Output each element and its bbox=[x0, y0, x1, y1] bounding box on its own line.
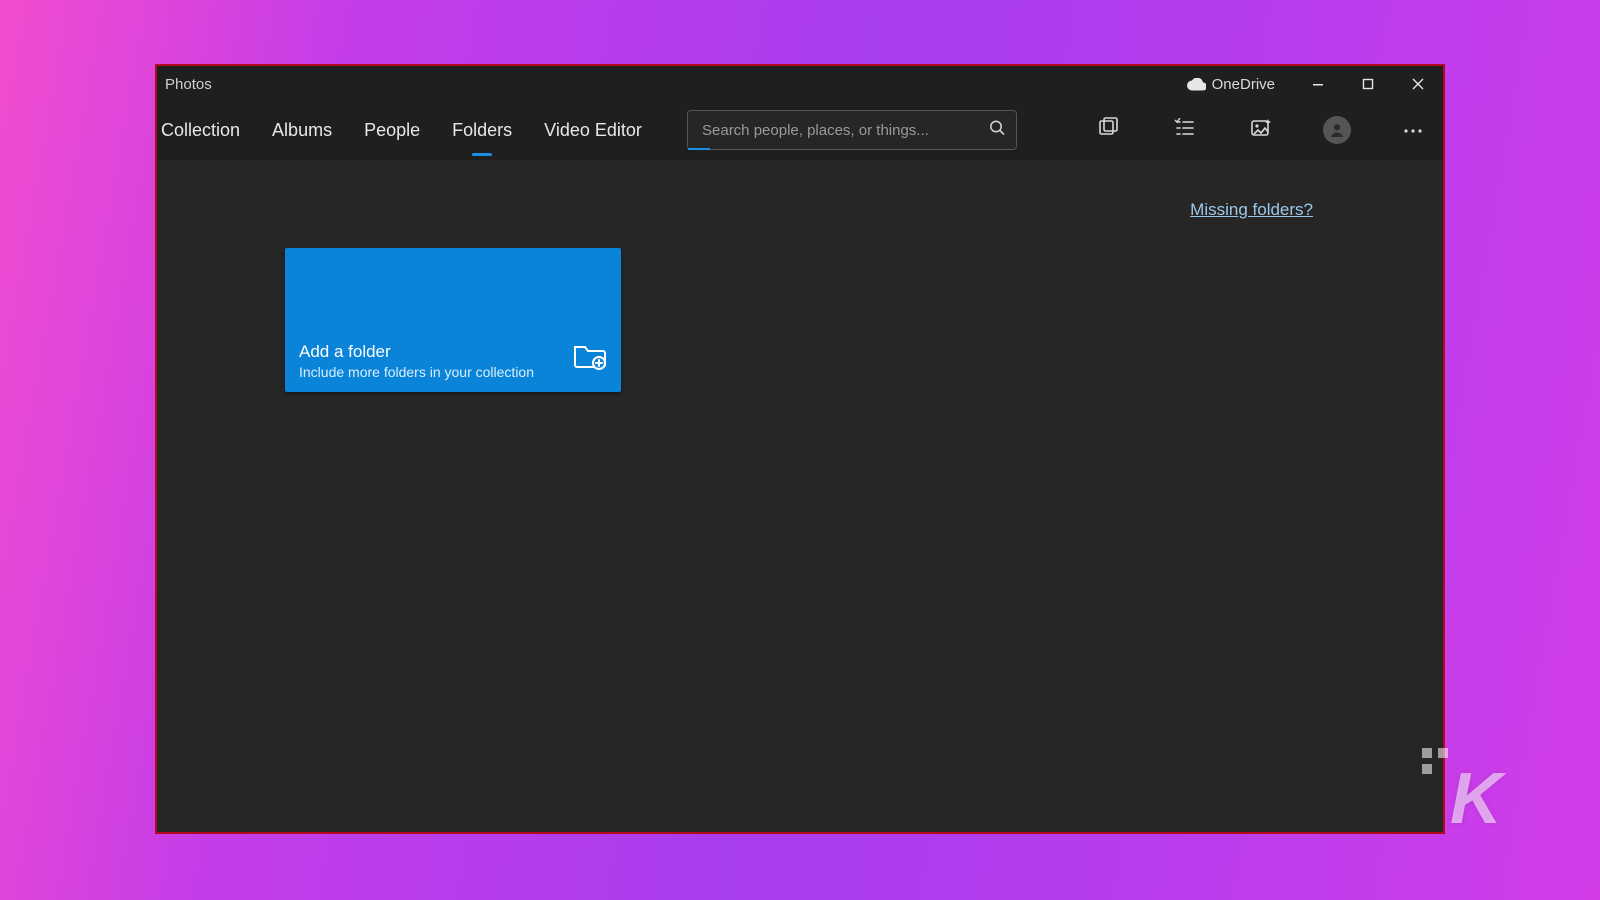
tab-collection[interactable]: Collection bbox=[157, 102, 256, 158]
title-bar-right: OneDrive bbox=[1168, 66, 1443, 102]
tab-label: People bbox=[364, 120, 420, 141]
watermark: K bbox=[1450, 758, 1500, 840]
command-bar: Collection Albums People Folders Video E… bbox=[157, 102, 1443, 158]
photos-app-window: Photos OneDrive bbox=[155, 64, 1445, 834]
add-folder-subtitle: Include more folders in your collection bbox=[299, 364, 607, 380]
tab-folders[interactable]: Folders bbox=[436, 102, 528, 158]
search-focus-accent bbox=[688, 148, 710, 150]
folder-add-icon bbox=[573, 341, 607, 376]
onedrive-button[interactable]: OneDrive bbox=[1168, 66, 1293, 102]
more-options-button[interactable] bbox=[1393, 110, 1433, 150]
tab-label: Folders bbox=[452, 120, 512, 141]
minimize-button[interactable] bbox=[1293, 66, 1343, 102]
add-folder-title: Add a folder bbox=[299, 342, 607, 362]
active-tab-indicator bbox=[472, 153, 492, 156]
select-button[interactable] bbox=[1165, 110, 1205, 150]
search-box[interactable] bbox=[687, 110, 1017, 150]
tab-label: Video Editor bbox=[544, 120, 642, 141]
onedrive-label: OneDrive bbox=[1212, 76, 1275, 93]
command-bar-actions bbox=[1089, 102, 1439, 158]
more-icon bbox=[1403, 121, 1423, 139]
close-button[interactable] bbox=[1393, 66, 1443, 102]
search-input[interactable] bbox=[700, 121, 974, 140]
maximize-button[interactable] bbox=[1343, 66, 1393, 102]
tab-label: Collection bbox=[161, 120, 240, 141]
tab-albums[interactable]: Albums bbox=[256, 102, 348, 158]
edit-create-button[interactable] bbox=[1241, 110, 1281, 150]
tab-people[interactable]: People bbox=[348, 102, 436, 158]
search-icon[interactable] bbox=[988, 119, 1006, 142]
nav-tabs: Collection Albums People Folders Video E… bbox=[157, 102, 658, 158]
app-title: Photos bbox=[163, 76, 212, 93]
picture-sparkle-icon bbox=[1250, 117, 1272, 144]
import-icon bbox=[1098, 117, 1120, 144]
tab-video-editor[interactable]: Video Editor bbox=[528, 102, 658, 158]
select-icon bbox=[1174, 118, 1196, 143]
import-button[interactable] bbox=[1089, 110, 1129, 150]
title-bar: Photos OneDrive bbox=[157, 66, 1443, 102]
add-folder-card[interactable]: Add a folder Include more folders in you… bbox=[285, 248, 621, 392]
avatar-icon bbox=[1323, 116, 1351, 144]
missing-folders-link[interactable]: Missing folders? bbox=[1190, 200, 1313, 220]
account-button[interactable] bbox=[1317, 110, 1357, 150]
search-container bbox=[687, 110, 1017, 150]
cloud-icon bbox=[1186, 78, 1204, 90]
tab-label: Albums bbox=[272, 120, 332, 141]
content-area: Missing folders? Add a folder Include mo… bbox=[157, 160, 1443, 832]
